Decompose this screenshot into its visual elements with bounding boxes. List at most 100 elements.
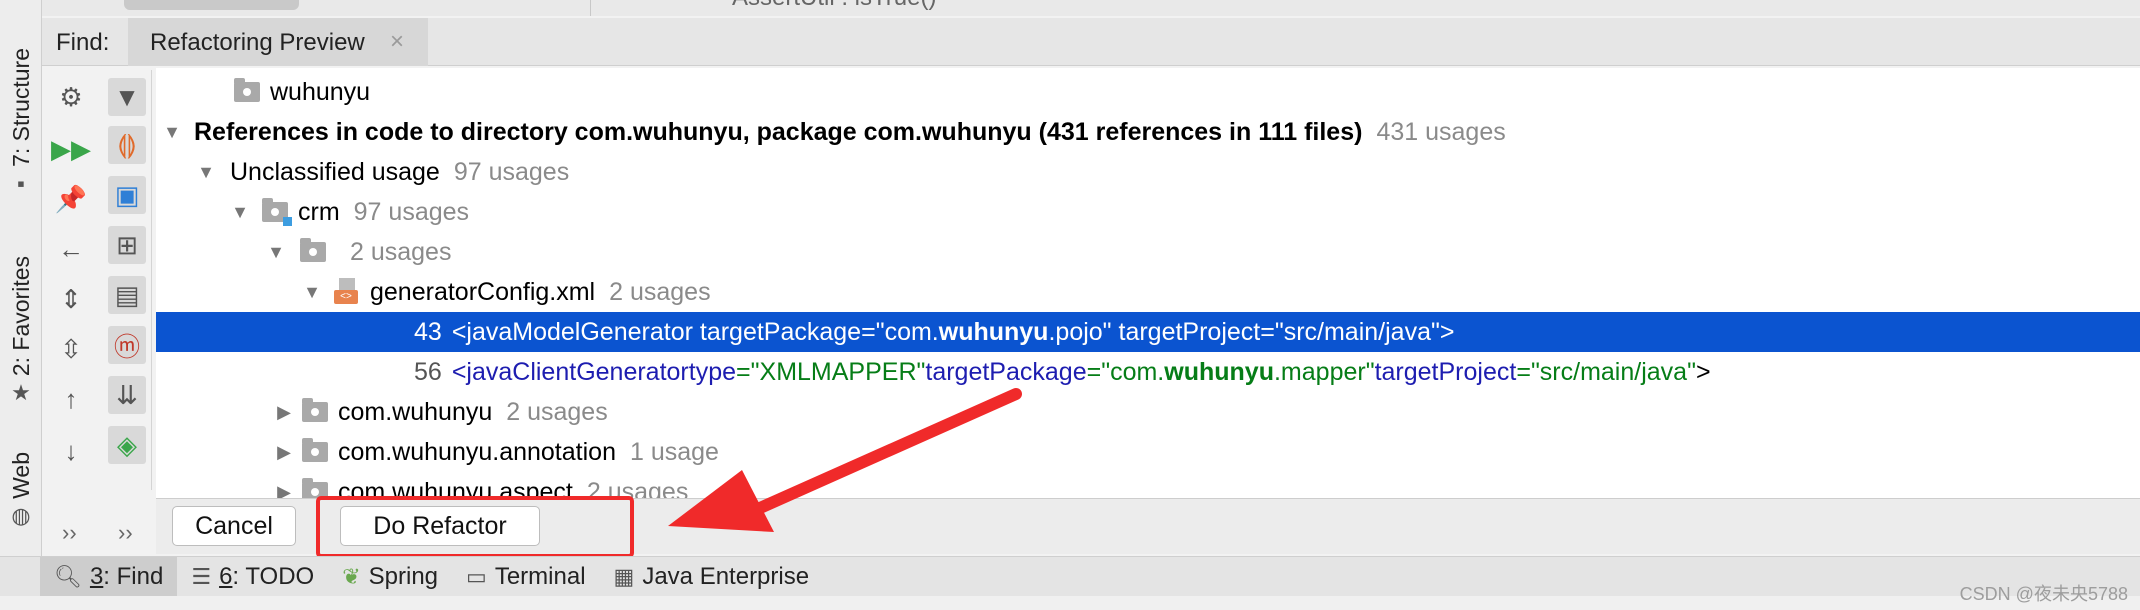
divider bbox=[590, 0, 591, 16]
usage-line-43[interactable]: 43 <javaModelGenerator targetPackage="co… bbox=[156, 312, 2140, 352]
tab-find-label: : Find bbox=[103, 562, 164, 590]
tree-node-com-wuhunyu-aspect[interactable]: ▶ com.wuhunyu.aspect 2 usages bbox=[156, 472, 2140, 498]
collapse-all-icon[interactable]: ⇳ bbox=[52, 330, 90, 368]
usage-line-56[interactable]: 56 <javaClientGenerator type = "XMLMAPPER"… bbox=[156, 352, 2140, 392]
tree-node-generatorconfig[interactable]: ▼ <> generatorConfig.xml 2 usages bbox=[156, 272, 2140, 312]
favorites-tool-tab[interactable]: 2: Favorites ★ bbox=[6, 256, 36, 404]
tool-window-bar: 🔍︎ 3: Find ☰ 6: TODO ❦ Spring ▭ Terminal… bbox=[0, 556, 2140, 597]
tree-node-references-root[interactable]: ▼ References in code to directory com.wu… bbox=[156, 112, 2140, 152]
annotation-highlight-box bbox=[316, 496, 634, 558]
code-value: "XMLMAPPER" bbox=[750, 357, 926, 386]
java-enterprise-icon: ▦ bbox=[613, 563, 635, 589]
preview-source-icon[interactable]: ⟬⟭ bbox=[108, 126, 146, 164]
code-tag-end: > bbox=[1695, 357, 1711, 386]
favorites-tab-label: 2: Favorites bbox=[7, 256, 34, 377]
scrollbar-thumb[interactable] bbox=[124, 0, 299, 10]
structure-tool-tab[interactable]: 7: Structure ▪ bbox=[6, 48, 36, 195]
web-tool-tab[interactable]: Web ◍ bbox=[6, 452, 36, 527]
code-value: .mapper" bbox=[1273, 357, 1375, 386]
usage-count: 97 usages bbox=[453, 157, 570, 186]
group-by-method-icon[interactable]: ⓜ bbox=[108, 326, 146, 364]
tree-node-unnamed-folder[interactable]: ▼ 2 usages bbox=[156, 232, 2140, 272]
tab-spring[interactable]: ❦ Spring bbox=[328, 557, 452, 597]
globe-icon: ◍ bbox=[11, 502, 31, 528]
gear-icon[interactable]: ⚙ bbox=[52, 78, 90, 116]
chevron-down-icon[interactable]: ▼ bbox=[194, 162, 218, 183]
terminal-icon: ▭ bbox=[466, 563, 487, 589]
usage-count: 97 usages bbox=[353, 197, 470, 226]
usage-count: 1 usage bbox=[629, 437, 719, 466]
code-attr: targetProject bbox=[1374, 357, 1517, 386]
folder-icon bbox=[300, 238, 326, 262]
structure-icon: ▪ bbox=[17, 170, 25, 196]
tree-node-crm[interactable]: ▼ crm 97 usages bbox=[156, 192, 2140, 232]
tree-node-com-wuhunyu-annotation[interactable]: ▶ com.wuhunyu.annotation 1 usage bbox=[156, 432, 2140, 472]
tab-label: Refactoring Preview bbox=[150, 29, 365, 56]
code-value: "com. bbox=[1101, 357, 1165, 386]
tab-refactoring-preview[interactable]: Refactoring Preview × bbox=[128, 18, 428, 66]
tab-todo-number: 6 bbox=[219, 562, 233, 590]
find-toolbar-actions: ⚙ ▶▶ 📌 ← ⇕ ⇳ ↑ ↓ bbox=[44, 70, 96, 490]
editor-top-strip: AssertUtil . isTrue() bbox=[42, 0, 2140, 16]
chevron-right-icon[interactable]: ▶ bbox=[272, 482, 296, 499]
usage-tree: wuhunyu ▼ References in code to director… bbox=[156, 68, 2140, 498]
star-icon: ★ bbox=[11, 380, 31, 406]
navigate-icon[interactable]: ◈ bbox=[108, 426, 146, 464]
web-tab-label: Web bbox=[7, 452, 34, 499]
merge-icon[interactable]: ⇊ bbox=[108, 376, 146, 414]
code-attr: type bbox=[688, 357, 737, 386]
code-eq: = bbox=[1516, 357, 1531, 386]
group-by-package-icon[interactable]: ⊞ bbox=[108, 226, 146, 264]
tab-find[interactable]: 🔍︎ 3: Find bbox=[40, 556, 178, 597]
code-eq: = bbox=[736, 357, 751, 386]
code-part: <javaModelGenerator targetPackage="com. bbox=[451, 317, 939, 346]
chevron-down-icon[interactable]: ▼ bbox=[300, 282, 324, 303]
tab-terminal[interactable]: ▭ Terminal bbox=[452, 557, 600, 597]
tree-node-com-wuhunyu[interactable]: ▶ com.wuhunyu 2 usages bbox=[156, 392, 2140, 432]
tab-java-enterprise-label: Java Enterprise bbox=[642, 562, 810, 590]
usage-count: 431 usages bbox=[1376, 117, 1506, 146]
xml-file-icon: <> bbox=[334, 278, 360, 306]
tree-node-unclassified[interactable]: ▼ Unclassified usage 97 usages bbox=[156, 152, 2140, 192]
search-icon: 🔍︎ bbox=[54, 563, 82, 589]
usage-count: 2 usages bbox=[609, 277, 711, 306]
tab-terminal-label: Terminal bbox=[494, 562, 586, 590]
filter-icon[interactable]: ▼ bbox=[108, 78, 146, 116]
close-icon[interactable]: × bbox=[390, 28, 404, 56]
code-tag: <javaClientGenerator bbox=[451, 357, 689, 386]
group-by-directory-icon[interactable]: ▤ bbox=[108, 276, 146, 314]
watermark: CSDN @夜未央5788 bbox=[1959, 584, 2128, 604]
toolbar-overflow-icon[interactable]: ›› bbox=[118, 520, 133, 546]
tab-todo-label: : TODO bbox=[232, 562, 315, 590]
tab-java-enterprise[interactable]: ▦ Java Enterprise bbox=[600, 557, 824, 597]
tab-todo[interactable]: ☰ 6: TODO bbox=[177, 557, 328, 597]
node-label: wuhunyu bbox=[270, 77, 371, 106]
chevron-right-icon[interactable]: ▶ bbox=[272, 442, 296, 463]
chevron-down-icon[interactable]: ▼ bbox=[228, 202, 252, 223]
pin-icon[interactable]: 📌 bbox=[52, 180, 90, 218]
expand-all-icon[interactable]: ⇕ bbox=[52, 280, 90, 318]
list-icon: ☰ bbox=[191, 563, 212, 589]
usage-count: 2 usages bbox=[586, 477, 689, 499]
rerun-icon[interactable]: ▶▶ bbox=[51, 130, 91, 168]
left-tool-stripe: 7: Structure ▪ 2: Favorites ★ Web ◍ bbox=[0, 0, 42, 556]
toolbar-overflow-icon[interactable]: ›› bbox=[62, 520, 77, 546]
group-by-module-icon[interactable]: ▣ bbox=[108, 176, 146, 214]
previous-occurrence-icon[interactable]: ↑ bbox=[52, 380, 90, 418]
tree-node-wuhunyu[interactable]: wuhunyu bbox=[156, 72, 2140, 112]
module-folder-icon bbox=[262, 198, 292, 226]
code-attr: targetPackage bbox=[925, 357, 1087, 386]
folder-icon bbox=[234, 78, 260, 102]
chevron-right-icon[interactable]: ▶ bbox=[272, 402, 296, 423]
editor-code-fragment: AssertUtil . isTrue() bbox=[732, 0, 936, 12]
chevron-down-icon[interactable]: ▼ bbox=[264, 242, 288, 263]
node-label: generatorConfig.xml bbox=[370, 277, 596, 306]
next-occurrence-icon[interactable]: ↓ bbox=[52, 432, 90, 470]
find-tool-header: Find: Refactoring Preview × bbox=[42, 18, 2140, 66]
back-arrow-icon[interactable]: ← bbox=[52, 230, 90, 268]
find-label: Find: bbox=[56, 29, 110, 56]
cancel-button[interactable]: Cancel bbox=[172, 506, 296, 546]
chevron-down-icon[interactable]: ▼ bbox=[160, 122, 184, 143]
node-label: com.wuhunyu bbox=[338, 397, 493, 426]
usage-count: 2 usages bbox=[350, 237, 452, 266]
